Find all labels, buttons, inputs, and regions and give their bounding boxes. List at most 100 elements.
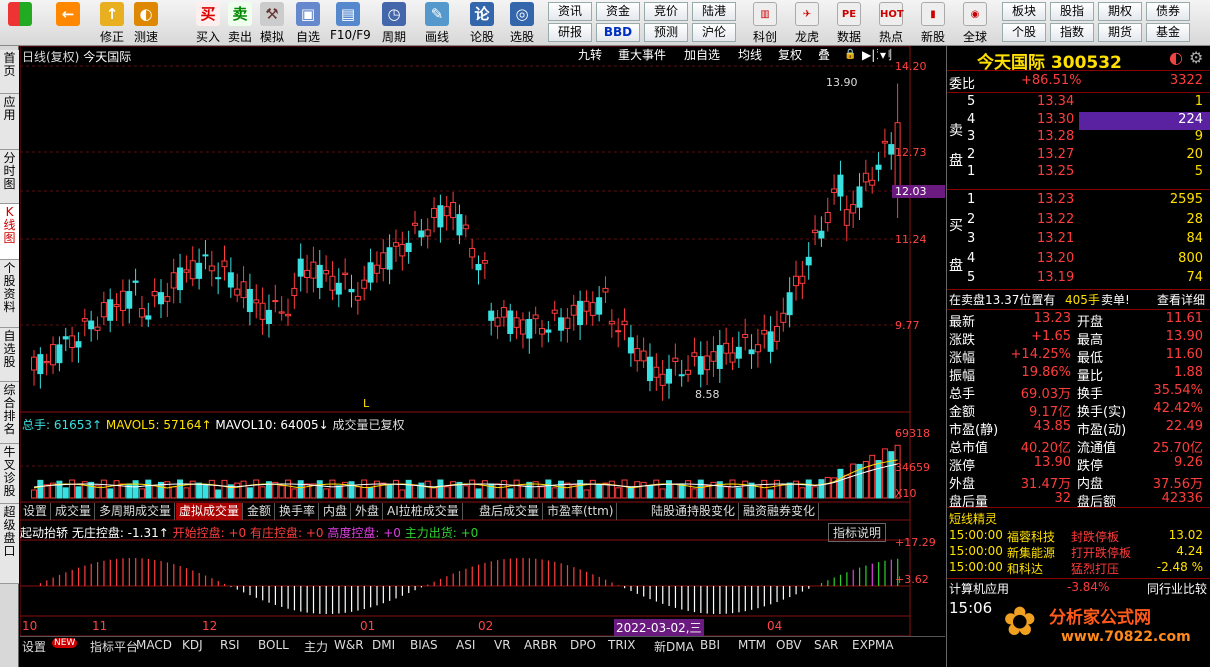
- bottom-tab-5[interactable]: RSI: [220, 638, 240, 652]
- lock-icon[interactable]: 🔒: [842, 47, 859, 64]
- info-detail-button[interactable]: 查看详细: [1157, 291, 1205, 308]
- toolbar-button-12[interactable]: ◎ 选股: [504, 2, 540, 44]
- bottom-tab-0[interactable]: 设置: [22, 638, 46, 655]
- toolbar-button-7[interactable]: ▣ 自选: [290, 2, 326, 44]
- toolbar-grid-4[interactable]: 研报: [548, 23, 592, 42]
- bottom-tab-6[interactable]: BOLL: [258, 638, 289, 652]
- toolbar-button-11[interactable]: 论论股: [464, 2, 500, 44]
- bottom-tab-12[interactable]: VR: [494, 638, 511, 652]
- volume-tab-9[interactable]: 盘后成交量: [476, 503, 544, 520]
- toolbar-grid2-3[interactable]: 债券: [1146, 2, 1190, 21]
- volume-tab-7[interactable]: 外盘: [352, 503, 384, 520]
- news-row-2[interactable]: 15:00:00 和科达 猛烈打压 -2.48 %: [947, 560, 1210, 578]
- leftnav-item-7[interactable]: 牛 叉 诊 股: [0, 444, 19, 504]
- leftnav-item-6[interactable]: 综 合 排 名: [0, 382, 19, 444]
- volume-tab-4[interactable]: 金额: [244, 503, 276, 520]
- toolbar-button-4[interactable]: 买买入: [190, 2, 226, 44]
- leftnav-item-8[interactable]: 超 级 盘 口: [0, 504, 19, 584]
- volume-tab-2[interactable]: 多周期成交量: [96, 503, 176, 520]
- toolbar-grid2-5[interactable]: 指数: [1050, 23, 1094, 42]
- toolbar-button2-4[interactable]: ▮ 新股: [914, 2, 952, 44]
- toolbar-grid2-2[interactable]: 期权: [1098, 2, 1142, 21]
- bottom-tab-4[interactable]: KDJ: [182, 638, 203, 652]
- toolbar-grid2-0[interactable]: 板块: [1002, 2, 1046, 21]
- toolbar-button-10[interactable]: ✎ 画线: [419, 2, 455, 44]
- toolbar-grid2-1[interactable]: 股指: [1050, 2, 1094, 21]
- ind-bar-78: [528, 558, 530, 586]
- toolbar-grid-7[interactable]: 沪伦: [692, 23, 736, 42]
- bottom-tab-16[interactable]: 新DMA: [654, 638, 694, 655]
- toolbar-button-6[interactable]: ⚒ 模拟: [254, 2, 290, 44]
- calc-compare-button[interactable]: 同行业比较: [1147, 580, 1207, 597]
- arrow-right-icon[interactable]: ▶|: [860, 47, 878, 64]
- toolbar-button2-1[interactable]: ✈ 龙虎: [788, 2, 826, 44]
- volume-tab-11[interactable]: 陆股通持股变化: [648, 503, 740, 520]
- toolbar-grid2-7[interactable]: 基金: [1146, 23, 1190, 42]
- bottom-tab-21[interactable]: EXPMA: [852, 638, 894, 652]
- toolbar-button-8[interactable]: ▤ F10/F9: [330, 2, 371, 44]
- bottom-tab-7[interactable]: 主力: [304, 638, 328, 655]
- chart-topbtn-1[interactable]: 重大事件: [616, 47, 669, 64]
- leftnav-item-5[interactable]: 自 选 股: [0, 328, 19, 382]
- leftnav-item-4[interactable]: 个 股 资 料: [0, 260, 19, 328]
- volume-tab-12[interactable]: 融资融券变化: [740, 503, 820, 520]
- chart-topbtn-2[interactable]: 加自选: [682, 47, 723, 64]
- leftnav-item-1[interactable]: 应 用: [0, 94, 19, 150]
- toolbar-button-2[interactable]: ↑ 修正: [94, 2, 130, 44]
- toolbar-button-1[interactable]: ←: [50, 2, 86, 44]
- gear-icon[interactable]: ⚙: [1189, 48, 1203, 67]
- bottom-tab-9[interactable]: DMI: [372, 638, 395, 652]
- bottom-tab-14[interactable]: DPO: [570, 638, 596, 652]
- ind-bar-64: [439, 578, 442, 586]
- bottom-tab-8[interactable]: W&R: [334, 638, 364, 652]
- toolbar-icon-0: [8, 2, 32, 26]
- toolbar-grid-3[interactable]: 陆港: [692, 2, 736, 21]
- volume-tab-0[interactable]: 设置: [20, 503, 52, 520]
- field-value-2-b: 11.60: [1165, 347, 1203, 362]
- bottom-tab-11[interactable]: ASI: [456, 638, 475, 652]
- bottom-tab-3[interactable]: MACD: [136, 638, 172, 652]
- ind-explain-button[interactable]: 指标说明: [828, 523, 887, 542]
- volume-tab-5[interactable]: 换手率: [276, 503, 320, 520]
- dropdown-icon[interactable]: ▾: [878, 47, 889, 64]
- toolbar-grid-5[interactable]: BBD: [596, 23, 640, 42]
- volume-tab-6[interactable]: 内盘: [320, 503, 352, 520]
- volume-tab-8[interactable]: AI拉桩成交量: [384, 503, 463, 520]
- toolbar-button-0[interactable]: [2, 2, 38, 44]
- toolbar-grid-6[interactable]: 预测: [644, 23, 688, 42]
- leftnav-item-0[interactable]: 首 页: [0, 50, 19, 94]
- toolbar-button2-3[interactable]: HOT 热点: [872, 2, 910, 44]
- toolbar-grid2-6[interactable]: 期货: [1098, 23, 1142, 42]
- toolbar-button-3[interactable]: ◐ 测速: [128, 2, 164, 44]
- bottom-tab-19[interactable]: OBV: [776, 638, 802, 652]
- bottom-tab-1[interactable]: NEW: [52, 638, 78, 648]
- bottom-tab-18[interactable]: MTM: [738, 638, 766, 652]
- toolbar-button2-0[interactable]: ▥ 科创: [746, 2, 784, 44]
- chart-topbtn-5[interactable]: 叠: [816, 47, 833, 64]
- chart-topbtn-3[interactable]: 均线: [736, 47, 765, 64]
- toolbar-button-9[interactable]: ◷ 周期: [376, 2, 412, 44]
- toolbar-grid-0[interactable]: 资讯: [548, 2, 592, 21]
- volume-tab-1[interactable]: 成交量: [52, 503, 96, 520]
- bottom-tab-15[interactable]: TRIX: [608, 638, 635, 652]
- bottom-tab-20[interactable]: SAR: [814, 638, 838, 652]
- color-wheel-icon[interactable]: ◐: [1169, 48, 1183, 67]
- volume-tab-3[interactable]: 虚拟成交量: [176, 503, 244, 520]
- ind-bar-32: [236, 586, 238, 590]
- toolbar-button2-2[interactable]: PE 数据: [830, 2, 868, 44]
- leftnav-item-3[interactable]: K 线 图: [0, 204, 19, 260]
- bottom-tab-10[interactable]: BIAS: [410, 638, 438, 652]
- volume-bar-35: [253, 479, 260, 499]
- toolbar-grid-1[interactable]: 资金: [596, 2, 640, 21]
- leftnav-item-2[interactable]: 分 时 图: [0, 150, 19, 204]
- toolbar-button2-5[interactable]: ◉ 全球: [956, 2, 994, 44]
- bottom-tab-17[interactable]: BBI: [700, 638, 720, 652]
- volume-tab-10[interactable]: 市盈率(ttm): [544, 503, 618, 520]
- toolbar-grid-2[interactable]: 竞价: [644, 2, 688, 21]
- chart-topbtn-4[interactable]: 复权: [776, 47, 805, 64]
- toolbar-grid2-4[interactable]: 个股: [1002, 23, 1046, 42]
- chart-topbtn-0[interactable]: 九转: [576, 47, 605, 64]
- bottom-tab-2[interactable]: 指标平台: [90, 638, 138, 655]
- toolbar-button-5[interactable]: 卖卖出: [222, 2, 258, 44]
- bottom-tab-13[interactable]: ARBR: [524, 638, 557, 652]
